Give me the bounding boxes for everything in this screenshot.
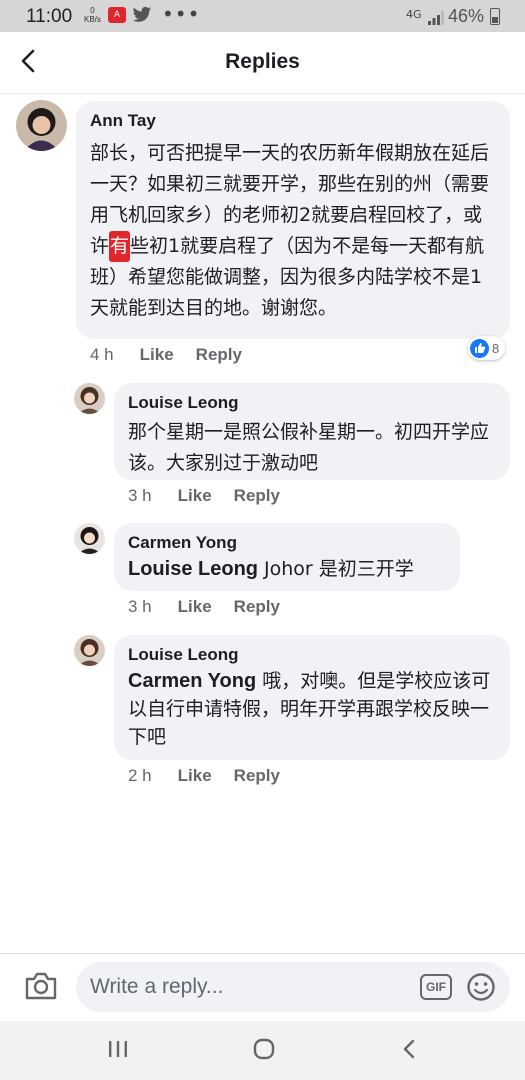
comment-text: 那个星期一是照公假补星期一。初四开学应该。大家别过于激动吧 [128,421,490,474]
comment-text-part: 些初1就要启程了（因为不是每一天都有航班）希望您能做调整，因为很多内陆学校不是1… [90,235,485,319]
recent-apps-icon[interactable] [106,1037,130,1065]
comment-actions: 3 h Like Reply [128,597,302,617]
comment-actions: 2 h Like Reply [128,766,302,786]
replies-header: Replies [0,32,525,94]
status-bar: 11:00 0 KB/s A ••• 4G 46% [0,0,525,32]
like-button[interactable]: Like [178,597,212,616]
comment-text: 部长，可否把提早一天的农历新年假期放在延后一天？如果初三就要开学，那些在别的州（… [90,138,496,324]
twitter-icon [132,6,152,28]
comment-text: Louise Leong Johor 是初三开学 [128,555,446,583]
like-button[interactable]: Like [178,766,212,785]
avatar[interactable] [74,383,105,414]
battery-percent: 46% [448,6,485,26]
battery-icon [490,8,500,25]
mention-link[interactable]: Carmen Yong [128,670,256,692]
comment-text: Carmen Yong 哦，对噢。但是学校应该可以自行申请特假，明年开学再跟学校… [128,667,496,751]
gif-button[interactable]: GIF [420,974,452,1000]
network-type: 4G [406,8,422,21]
reply-button[interactable]: Reply [234,597,280,616]
system-back-icon[interactable] [398,1037,422,1065]
avatar[interactable] [74,523,105,554]
avatar[interactable] [74,635,105,666]
comment-time: 2 h [128,766,152,785]
comment-author[interactable]: Ann Tay [90,110,496,132]
system-nav-bar [0,1021,525,1080]
emoji-you-icon: 有 [109,231,131,262]
emoji-icon[interactable] [466,972,496,1002]
comment-bubble: Louise Leong Carmen Yong 哦，对噢。但是学校应该可以自行… [114,635,510,760]
notification-app-icon: A [108,7,126,23]
reaction-count: 8 [492,340,500,356]
comment-bubble: Louise Leong 那个星期一是照公假补星期一。初四开学应该。大家别过于激… [114,383,510,480]
page-title: Replies [225,50,300,73]
reply-composer: GIF [0,953,525,1021]
reply-button[interactable]: Reply [234,766,280,785]
comment-actions: 4 h Like Reply [90,345,264,365]
network-speed-unit: KB/s [84,15,101,24]
status-time: 11:00 [26,6,73,27]
signal-icon [428,10,444,29]
comment-time: 3 h [128,486,152,505]
avatar[interactable] [16,100,67,151]
reaction-count-badge[interactable]: 8 [468,336,506,360]
comment-author[interactable]: Louise Leong [128,644,496,666]
like-button[interactable]: Like [178,486,212,505]
comment-author[interactable]: Louise Leong [128,392,496,414]
comment-time: 3 h [128,597,152,616]
reply-button[interactable]: Reply [234,486,280,505]
more-notifications-icon: ••• [162,2,201,26]
reply-button[interactable]: Reply [196,345,242,364]
comment-bubble: Carmen Yong Louise Leong Johor 是初三开学 [114,523,460,591]
network-speed: 0 KB/s [84,6,101,24]
comment-bubble: Ann Tay 部长，可否把提早一天的农历新年假期放在延后一天？如果初三就要开学… [76,101,510,339]
comment-time: 4 h [90,345,114,364]
comment-actions: 3 h Like Reply [128,486,302,506]
thumbs-up-icon [470,338,489,358]
home-icon[interactable] [252,1037,276,1065]
comment-text-part: Johor 是初三开学 [258,558,414,580]
camera-icon[interactable] [24,970,60,1004]
comment-author[interactable]: Carmen Yong [128,532,446,554]
mention-link[interactable]: Louise Leong [128,558,258,580]
like-button[interactable]: Like [140,345,174,364]
network-speed-value: 0 [90,6,95,15]
